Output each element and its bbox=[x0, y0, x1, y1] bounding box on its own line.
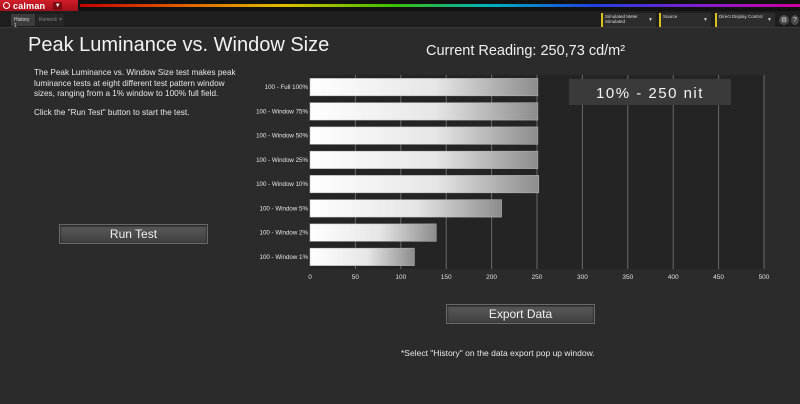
display-control-dropdown[interactable]: Direct Display Control ▼ bbox=[715, 13, 775, 27]
run-test-button[interactable]: Run Test bbox=[59, 224, 208, 244]
calman-logo-icon bbox=[3, 2, 10, 9]
luminance-chart: 0 50 100 150 200 250 300 350 400 450 500 100 - Full… bbox=[256, 75, 770, 281]
test-description: The Peak Luminance vs. Window Size test … bbox=[34, 68, 236, 99]
x-tick-label: 250 bbox=[532, 274, 543, 281]
export-data-button[interactable]: Export Data bbox=[446, 304, 595, 324]
rainbow-stripe bbox=[80, 4, 800, 7]
help-icon: ? bbox=[793, 16, 797, 24]
meter-dropdown[interactable]: Simulated Meter Simulated ▼ bbox=[601, 13, 656, 27]
display-control-label: Direct Display Control bbox=[719, 14, 763, 19]
luminance-bar bbox=[309, 223, 437, 242]
category-label: 100 - Window 1% bbox=[260, 254, 309, 261]
meter-value: Simulated bbox=[605, 19, 626, 24]
title-bar: calman ▼ bbox=[0, 0, 800, 11]
luminance-bar bbox=[309, 150, 539, 169]
x-tick-label: 0 bbox=[308, 274, 312, 281]
gear-icon: ⚙ bbox=[780, 17, 788, 24]
tab-kemeck[interactable]: Kemeck × bbox=[36, 14, 64, 26]
tab-label: History 1 bbox=[14, 17, 30, 29]
tab-label: Kemeck bbox=[39, 17, 58, 23]
source-dropdown[interactable]: Source ▼ bbox=[659, 13, 711, 27]
x-tick-label: 400 bbox=[668, 274, 679, 281]
x-tick-label: 100 bbox=[395, 274, 406, 281]
category-label: 100 - Window 5% bbox=[260, 205, 309, 212]
toolbar: History 1 Kemeck × Simulated Meter Simula… bbox=[0, 11, 800, 29]
category-label: 100 - Window 25% bbox=[256, 157, 308, 164]
x-tick-label: 350 bbox=[622, 274, 633, 281]
chevron-down-icon: ▼ bbox=[53, 1, 63, 10]
app-name: calman bbox=[13, 0, 46, 11]
luminance-bar bbox=[309, 78, 539, 97]
page-title: Peak Luminance vs. Window Size bbox=[28, 34, 330, 56]
category-label: 100 - Window 2% bbox=[260, 230, 309, 237]
category-label: 100 - Window 50% bbox=[256, 133, 308, 140]
x-tick-label: 200 bbox=[486, 274, 497, 281]
luminance-bar bbox=[309, 247, 415, 266]
category-label: 100 - Full 100% bbox=[265, 84, 309, 91]
app-menu-button[interactable]: calman ▼ bbox=[0, 0, 78, 11]
x-tick-label: 300 bbox=[577, 274, 588, 281]
luminance-bar bbox=[309, 126, 539, 145]
settings-button[interactable]: ⚙ bbox=[779, 15, 789, 25]
chevron-down-icon: ▼ bbox=[648, 17, 653, 23]
x-tick-label: 150 bbox=[441, 274, 452, 281]
luminance-bar bbox=[309, 175, 540, 194]
luminance-bar bbox=[309, 102, 539, 121]
x-tick-label: 50 bbox=[352, 274, 360, 281]
chevron-down-icon: ▼ bbox=[767, 17, 772, 23]
run-hint: Click the "Run Test" button to start the… bbox=[34, 108, 190, 117]
reading-badge-text: 10% - 250 nit bbox=[596, 85, 704, 102]
export-note: *Select "History" on the data export pop… bbox=[401, 348, 595, 358]
luminance-bar bbox=[309, 199, 502, 218]
current-reading: Current Reading: 250,73 cd/m² bbox=[426, 43, 626, 59]
close-icon[interactable]: × bbox=[59, 17, 62, 23]
x-tick-label: 450 bbox=[713, 274, 724, 281]
x-tick-label: 500 bbox=[759, 274, 770, 281]
tab-history-1[interactable]: History 1 bbox=[11, 14, 35, 29]
chevron-down-icon: ▼ bbox=[703, 17, 708, 23]
help-button[interactable]: ? bbox=[791, 15, 799, 25]
category-label: 100 - Window 10% bbox=[256, 181, 308, 188]
category-label: 100 - Window 75% bbox=[256, 108, 308, 115]
